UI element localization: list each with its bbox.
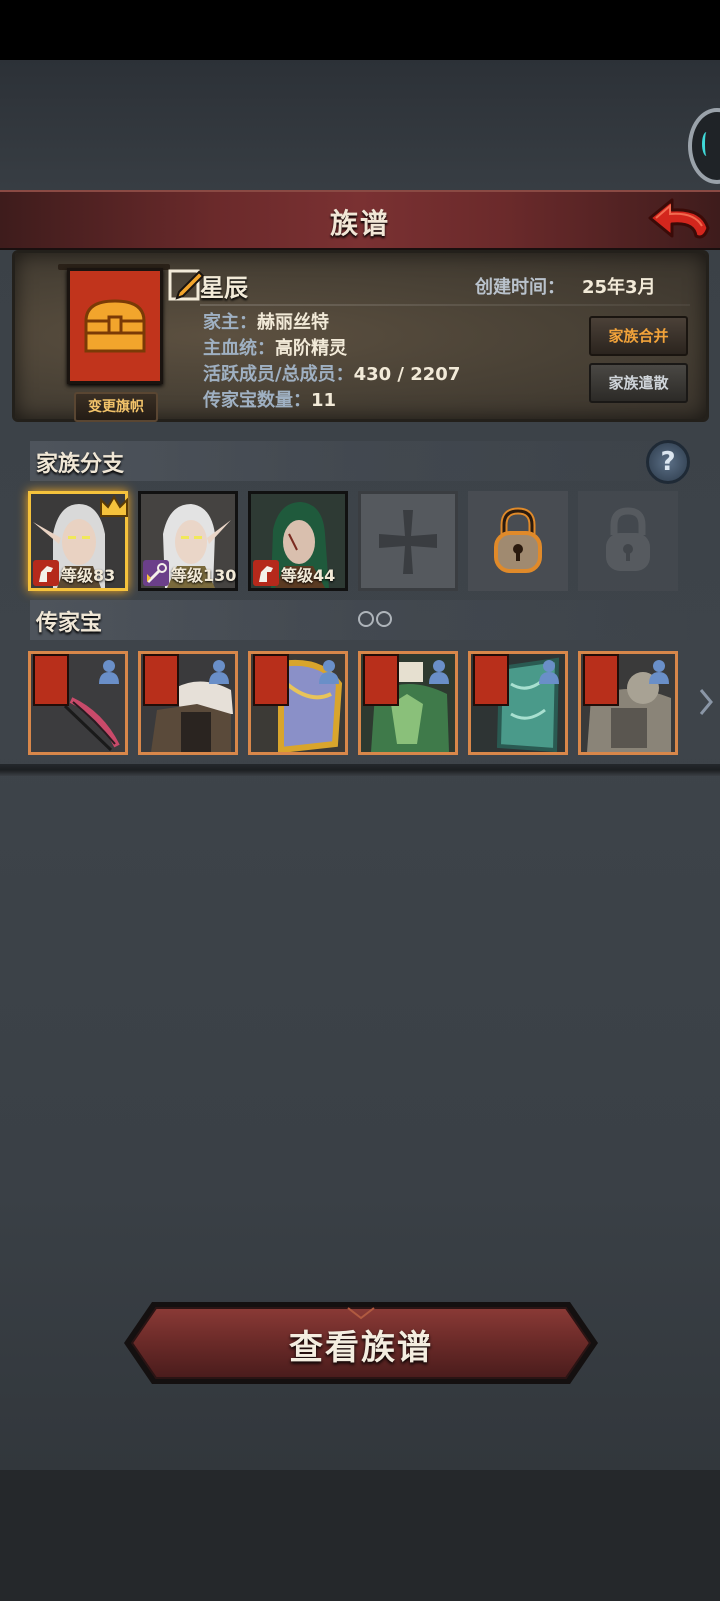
branch-section-header: [30, 441, 690, 481]
heirloom-section-title: 传家宝: [36, 611, 103, 636]
heirloom-flag: [253, 654, 289, 706]
cross-icon: [379, 510, 437, 574]
heirloom-flag: [473, 654, 509, 706]
title-banner: 族谱: [0, 190, 720, 250]
locked-branch-slot-disabled: [578, 491, 678, 591]
heirloom-count-row: 传家宝数量：11: [203, 386, 336, 412]
page-dots-icon: [358, 611, 392, 627]
crown-icon: [100, 495, 128, 517]
heirloom-item-3[interactable]: [248, 651, 348, 755]
user-icon: [99, 660, 119, 684]
row-value: 赫丽丝特: [257, 312, 329, 333]
branch-member-1[interactable]: 等级83: [28, 491, 128, 591]
clan-name: 星辰: [200, 274, 248, 302]
horse-icon: [253, 560, 279, 586]
clan-merge-button[interactable]: 家族合并: [589, 316, 688, 356]
row-key: 活跃成员/总成员：: [203, 364, 354, 385]
bottom-nav-bar: [0, 1470, 720, 1601]
chevron-right-icon[interactable]: [697, 686, 715, 718]
row-value: 11: [311, 390, 337, 411]
locked-branch-slot[interactable]: [468, 491, 568, 591]
page-title: 族谱: [329, 207, 390, 240]
staff-icon: [143, 560, 169, 586]
add-branch-slot[interactable]: [358, 491, 458, 591]
row-key: 主血统：: [203, 338, 275, 359]
members-row: 活跃成员/总成员：430 / 2207: [203, 360, 460, 386]
user-icon: [319, 660, 339, 684]
divider: [200, 304, 690, 306]
member-level: 等级44: [281, 566, 336, 585]
heirloom-flag: [583, 654, 619, 706]
view-family-tree-label: 查看族谱: [289, 1328, 433, 1368]
heirloom-item-2[interactable]: [138, 651, 238, 755]
heirloom-item-1[interactable]: [28, 651, 128, 755]
heirloom-flag: [33, 654, 69, 706]
user-icon: [649, 660, 669, 684]
user-icon: [209, 660, 229, 684]
branch-member-2[interactable]: 等级130: [138, 491, 238, 591]
lock-icon: [606, 507, 650, 571]
heirloom-item-4[interactable]: [358, 651, 458, 755]
row-value: 高阶精灵: [275, 338, 347, 359]
heirloom-flag: [363, 654, 399, 706]
clan-disband-button[interactable]: 家族遣散: [589, 363, 688, 403]
branch-section-title: 家族分支: [36, 452, 125, 477]
lock-icon: [494, 507, 542, 573]
created-time-label: 创建时间：: [475, 277, 565, 298]
screen: 族谱 变更旗帜 星辰 创建时间： 25年3月 家主：赫丽丝特 主血统：高阶精灵 …: [0, 0, 720, 1601]
treasure-chest-icon: [84, 299, 146, 353]
horse-icon: [33, 560, 59, 586]
created-time-value: 25年3月: [582, 277, 656, 298]
member-level: 等级130: [171, 566, 237, 585]
row-key: 家主：: [203, 312, 257, 333]
clan-leader-row: 家主：赫丽丝特: [203, 308, 329, 334]
heirloom-item-5[interactable]: [468, 651, 568, 755]
bloodline-row: 主血统：高阶精灵: [203, 334, 347, 360]
back-arrow-icon[interactable]: [646, 196, 712, 244]
heirloom-flag: [143, 654, 179, 706]
section-divider: [0, 764, 720, 776]
row-key: 传家宝数量：: [203, 390, 311, 411]
branch-member-3[interactable]: 等级44: [248, 491, 348, 591]
row-value: 430 / 2207: [353, 364, 461, 385]
user-icon: [539, 660, 559, 684]
status-bar: [0, 0, 720, 60]
help-icon[interactable]: ?: [646, 440, 690, 484]
user-icon: [429, 660, 449, 684]
heirloom-item-6[interactable]: [578, 651, 678, 755]
change-banner-button[interactable]: 变更旗帜: [74, 392, 158, 422]
member-level: 等级83: [61, 566, 116, 585]
